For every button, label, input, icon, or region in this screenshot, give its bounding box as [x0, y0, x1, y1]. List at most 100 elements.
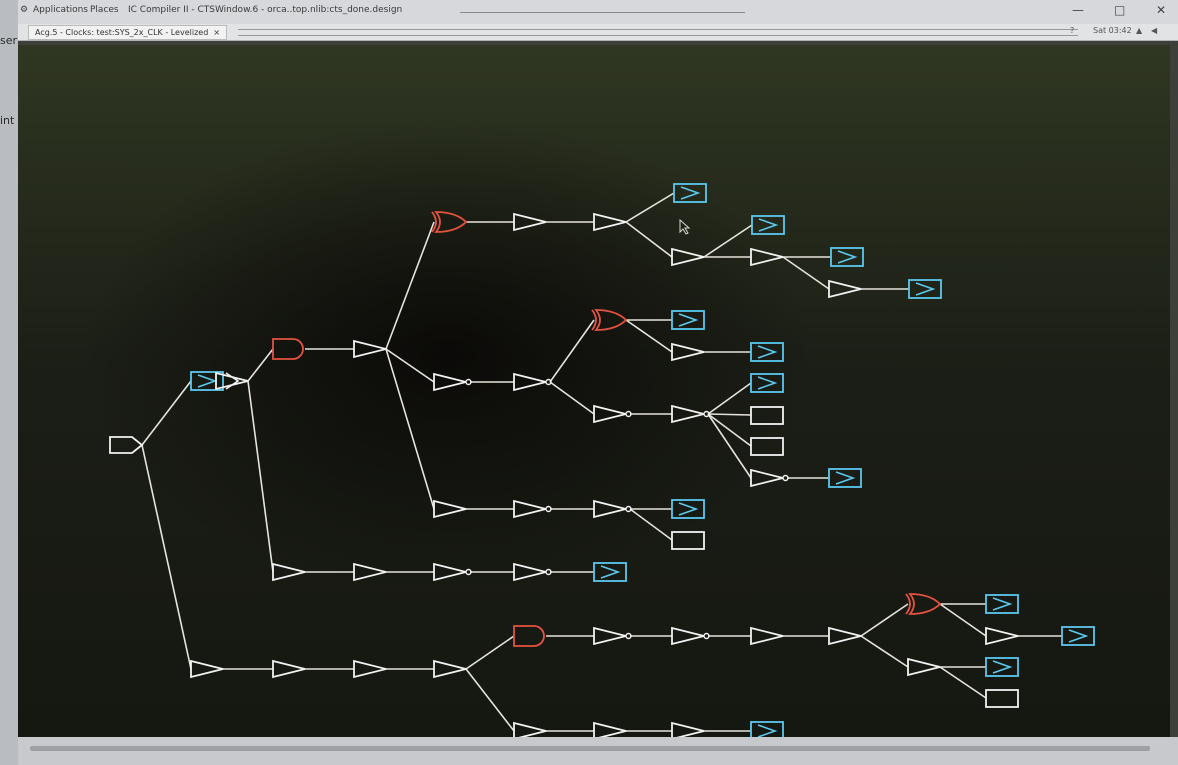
flop-ff8[interactable]: [828, 468, 862, 488]
buffer-triangle: [907, 657, 941, 677]
inverter-i1[interactable]: [433, 372, 472, 392]
blank-box: [750, 406, 784, 425]
clock-net-40: [465, 635, 515, 670]
flop-ff10[interactable]: [593, 562, 627, 582]
clock-net-19: [549, 381, 595, 415]
buffer-b8[interactable]: [433, 499, 467, 519]
and-shape: [513, 625, 545, 647]
flop-ff3[interactable]: [830, 247, 864, 267]
flop-clock-mark: [197, 374, 218, 388]
inverter-i3[interactable]: [593, 404, 632, 424]
inverter-i2[interactable]: [513, 372, 552, 392]
flop-box: [190, 371, 224, 391]
buffer-b2[interactable]: [513, 212, 547, 232]
inverter-i11[interactable]: [671, 626, 710, 646]
flop-ff7[interactable]: [750, 373, 784, 393]
flop-clock-mark: [678, 313, 699, 327]
buffer-triangle: [353, 339, 387, 359]
buffer-b1[interactable]: [353, 339, 387, 359]
buffer-triangle: [671, 342, 705, 362]
flop-box: [908, 279, 942, 299]
inverter-i10[interactable]: [593, 626, 632, 646]
flop-f0[interactable]: [190, 371, 224, 391]
clock-port-root[interactable]: [109, 436, 144, 454]
buffer-b18[interactable]: [907, 657, 941, 677]
buffer-b7[interactable]: [671, 342, 705, 362]
buffer-triangle: [671, 404, 705, 424]
buffer-b12[interactable]: [272, 659, 306, 679]
buffer-triangle: [985, 626, 1019, 646]
buffer-b17[interactable]: [985, 626, 1019, 646]
clock-net-21: [625, 319, 673, 353]
blank-cell-bl1[interactable]: [750, 406, 784, 425]
buffer-b13[interactable]: [353, 659, 387, 679]
blank-cell-bl2[interactable]: [750, 437, 784, 456]
xor-gate-x2[interactable]: [591, 309, 628, 331]
buffer-triangle: [513, 499, 547, 519]
buffer-b5[interactable]: [750, 247, 784, 267]
inverter-i6[interactable]: [513, 499, 552, 519]
flop-ff1[interactable]: [673, 183, 707, 203]
flop-clock-mark: [1068, 629, 1089, 643]
and-gate-a2[interactable]: [513, 625, 545, 647]
buffer-triangle: [513, 372, 547, 392]
flop-ff13[interactable]: [985, 657, 1019, 677]
flop-ff6[interactable]: [750, 342, 784, 362]
inverter-i5[interactable]: [750, 468, 789, 488]
blank-box: [671, 531, 705, 550]
flop-box: [671, 310, 705, 330]
flop-ff9[interactable]: [671, 499, 705, 519]
buffer-b10[interactable]: [353, 562, 387, 582]
horizontal-scrollbar[interactable]: [30, 746, 1150, 751]
buffer-triangle: [190, 659, 224, 679]
blank-box: [750, 437, 784, 456]
blank-cell-bl4[interactable]: [985, 689, 1019, 708]
flop-ff5[interactable]: [671, 310, 705, 330]
clock-tree-schematic[interactable]: [0, 0, 1178, 765]
and-gate-a1[interactable]: [272, 338, 304, 360]
flop-ff11[interactable]: [985, 594, 1019, 614]
buffer-triangle: [750, 247, 784, 267]
screen: ⚙ Applications Places IC Compiler II - C…: [0, 0, 1178, 765]
buffer-b4[interactable]: [671, 247, 705, 267]
inverter-i7[interactable]: [593, 499, 632, 519]
buffer-b16[interactable]: [828, 626, 862, 646]
xor-gate-x1[interactable]: [431, 211, 468, 233]
buffer-b9[interactable]: [272, 562, 306, 582]
inverter-i8[interactable]: [433, 562, 472, 582]
buffer-b11[interactable]: [190, 659, 224, 679]
clock-net-3: [247, 380, 274, 573]
mouse-cursor-icon: [679, 218, 691, 235]
flop-ff4[interactable]: [908, 279, 942, 299]
xor-shape: [434, 211, 468, 233]
blank-cell-bl3[interactable]: [671, 531, 705, 550]
flop-ff12[interactable]: [1061, 626, 1095, 646]
wire-layer: [141, 192, 1062, 732]
buffer-b15[interactable]: [750, 626, 784, 646]
clock-net-32: [629, 508, 673, 541]
buffer-b0[interactable]: [215, 371, 249, 391]
flop-ff2[interactable]: [751, 215, 785, 235]
xor-gate-x3[interactable]: [905, 593, 942, 615]
buffer-triangle: [750, 626, 784, 646]
clock-net-46: [860, 603, 909, 637]
buffer-triangle: [750, 468, 784, 488]
buffer-triangle: [828, 626, 862, 646]
clock-net-12: [703, 224, 753, 258]
flop-clock-mark: [992, 660, 1013, 674]
buffer-triangle: [215, 371, 249, 391]
clock-net-7: [385, 348, 435, 510]
clock-net-11: [625, 221, 673, 258]
buffer-triangle: [433, 372, 467, 392]
inverter-i9[interactable]: [513, 562, 552, 582]
inverter-i4[interactable]: [671, 404, 710, 424]
buffer-b3[interactable]: [593, 212, 627, 232]
buffer-b14[interactable]: [433, 659, 467, 679]
flop-box: [751, 215, 785, 235]
buffer-b6[interactable]: [828, 279, 862, 299]
flop-box: [671, 499, 705, 519]
flop-box: [1061, 626, 1095, 646]
clock-net-47: [860, 635, 909, 668]
buffer-triangle: [593, 404, 627, 424]
buffer-triangle: [433, 659, 467, 679]
